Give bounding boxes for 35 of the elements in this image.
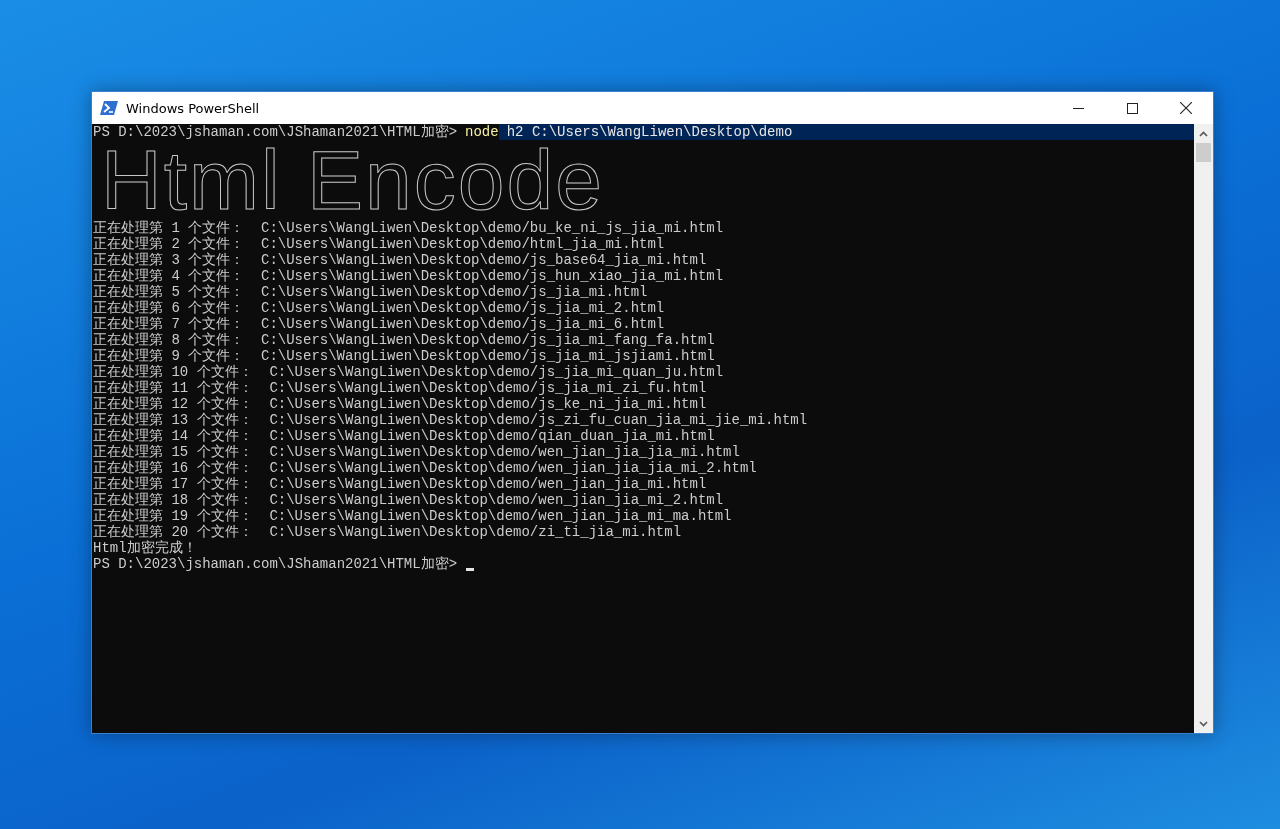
output-line: 正在处理第 12 个文件： C:\Users\WangLiwen\Desktop\demo/js_ke_ni_jia_mi.html	[93, 396, 707, 412]
output-line: 正在处理第 2 个文件： C:\Users\WangLiwen\Desktop\demo/html_jia_mi.html	[93, 236, 665, 252]
output-line: 正在处理第 19 个文件： C:\Users\WangLiwen\Desktop\demo/wen_jian_jia_mi_ma.html	[93, 508, 732, 524]
outlined-title-text: Html Encode	[101, 140, 604, 220]
output-line: 正在处理第 6 个文件： C:\Users\WangLiwen\Desktop\demo/js_jia_mi_2.html	[93, 300, 665, 316]
scrollbar[interactable]	[1194, 124, 1213, 733]
maximize-icon	[1126, 102, 1138, 114]
output-line: 正在处理第 1 个文件： C:\Users\WangLiwen\Desktop\demo/bu_ke_ni_js_jia_mi.html	[93, 220, 724, 236]
output-line: 正在处理第 18 个文件： C:\Users\WangLiwen\Desktop\demo/wen_jian_jia_mi_2.html	[93, 492, 724, 508]
scroll-thumb[interactable]	[1196, 143, 1211, 162]
output-line: 正在处理第 17 个文件： C:\Users\WangLiwen\Desktop\demo/wen_jian_jia_mi.html	[93, 476, 707, 492]
output-line: 正在处理第 3 个文件： C:\Users\WangLiwen\Desktop\demo/js_base64_jia_mi.html	[93, 252, 707, 268]
output-line: 正在处理第 20 个文件： C:\Users\WangLiwen\Desktop\demo/zi_ti_jia_mi.html	[93, 524, 682, 540]
output-line: 正在处理第 11 个文件： C:\Users\WangLiwen\Desktop\demo/js_jia_mi_zi_fu.html	[93, 380, 707, 396]
output-line: 正在处理第 5 个文件： C:\Users\WangLiwen\Desktop\demo/js_jia_mi.html	[93, 284, 648, 300]
minimize-icon	[1072, 107, 1084, 109]
powershell-icon	[100, 100, 118, 116]
prompt-text: PS D:\2023\jshaman.com\JShaman2021\HTML加密>	[93, 556, 458, 572]
prompt-text: PS D:\2023\jshaman.com\JShaman2021\HTML加密>	[93, 124, 458, 140]
command-arguments: h2 C:\Users\WangLiwen\Desktop\demo	[498, 124, 1194, 140]
output-line: 正在处理第 16 个文件： C:\Users\WangLiwen\Desktop\demo/wen_jian_jia_jia_mi_2.html	[93, 460, 757, 476]
output-line: 正在处理第 14 个文件： C:\Users\WangLiwen\Desktop\demo/qian_duan_jia_mi.html	[93, 428, 715, 444]
output-line: Html加密完成！	[93, 540, 197, 556]
output-line: 正在处理第 9 个文件： C:\Users\WangLiwen\Desktop\demo/js_jia_mi_jsjiami.html	[93, 348, 715, 364]
output-line: 正在处理第 15 个文件： C:\Users\WangLiwen\Desktop\demo/wen_jian_jia_jia_mi.html	[93, 444, 740, 460]
chevron-down-icon	[1199, 720, 1208, 727]
output-line: 正在处理第 10 个文件： C:\Users\WangLiwen\Desktop\demo/js_jia_mi_quan_ju.html	[93, 364, 724, 380]
command-name: node	[465, 124, 499, 140]
output-line: 正在处理第 8 个文件： C:\Users\WangLiwen\Desktop\demo/js_jia_mi_fang_fa.html	[93, 332, 715, 348]
chevron-up-icon	[1199, 130, 1208, 137]
output-line: 正在处理第 13 个文件： C:\Users\WangLiwen\Desktop\demo/js_zi_fu_cuan_jia_mi_jie_mi.html	[93, 412, 808, 428]
close-icon	[1180, 102, 1192, 114]
window-title: Windows PowerShell	[126, 100, 260, 116]
output-line: 正在处理第 7 个文件： C:\Users\WangLiwen\Desktop\demo/js_jia_mi_6.html	[93, 316, 665, 332]
output-line: 正在处理第 4 个文件： C:\Users\WangLiwen\Desktop\demo/js_hun_xiao_jia_mi.html	[93, 268, 724, 284]
